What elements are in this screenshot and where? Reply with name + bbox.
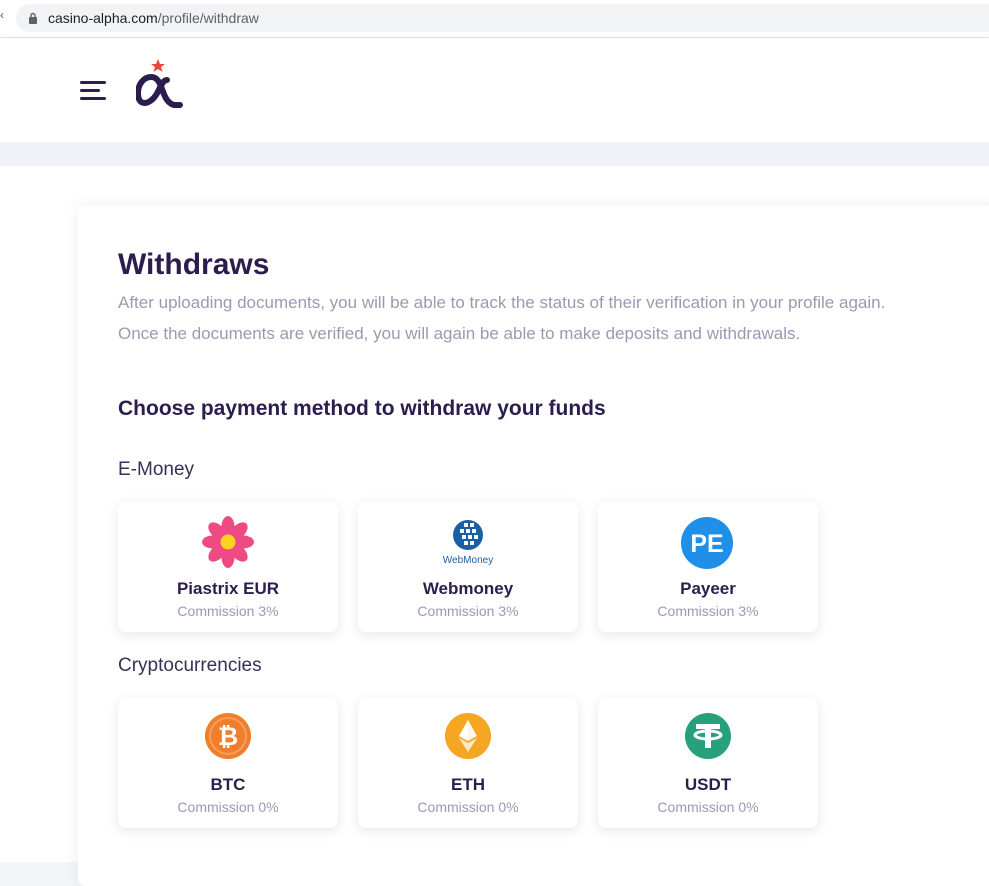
piastrix-icon [202,516,254,568]
tether-icon [685,713,731,759]
url-domain: casino-alpha.com [48,10,158,26]
back-arrow-icon[interactable]: ‹ [0,8,4,22]
method-commission: Commission 0% [417,799,519,815]
url-path: /profile/withdraw [157,10,259,26]
browser-address-bar: ‹ casino-alpha.com/profile/withdraw [0,0,989,38]
method-card-webmoney[interactable]: WebMoney Webmoney Commission 3% [358,502,578,632]
url-field[interactable]: casino-alpha.com/profile/withdraw [16,4,989,32]
method-card-payeer[interactable]: PE Payeer Commission 3% [598,502,818,632]
method-name: Piastrix EUR [176,579,280,598]
category-label-e-money: E-Money [118,459,195,480]
method-name: ETH [451,775,485,794]
method-commission: Commission 0% [177,799,279,815]
payeer-icon: PE [681,517,733,569]
method-commission: Commission 3% [657,603,759,619]
method-card-usdt[interactable]: USDT Commission 0% [598,698,818,828]
method-card-piastrix-eur[interactable]: Piastrix EUR Commission 3% [118,502,338,632]
url-text: casino-alpha.com/profile/withdraw [48,10,259,26]
method-name: Payeer [680,579,736,598]
method-name: USDT [684,775,732,794]
method-card-btc[interactable]: ₿ BTC Commission 0% [118,698,338,828]
alpha-logo-icon[interactable] [136,58,184,110]
page-title: Withdraws [118,248,270,281]
svg-text:₿: ₿ [218,723,238,751]
method-name: Webmoney [422,579,514,598]
bitcoin-icon: ₿ [205,713,251,759]
site-header [0,38,989,142]
category-label-cryptocurrencies: Cryptocurrencies [118,655,262,676]
header-divider-strip [0,142,989,166]
method-commission: Commission 0% [657,799,759,815]
hamburger-menu-icon[interactable] [80,81,106,101]
section-title: Choose payment method to withdraw your f… [118,397,606,420]
webmoney-icon-text: WebMoney [443,555,493,566]
verification-notice: After uploading documents, you will be a… [118,293,886,343]
webmoney-icon: WebMoney [443,520,493,566]
ethereum-icon [445,713,491,759]
method-commission: Commission 3% [177,603,279,619]
method-name: BTC [210,775,246,794]
method-commission: Commission 3% [417,603,519,619]
lock-icon [29,12,37,24]
payeer-icon-text: PE [690,530,723,558]
method-card-eth[interactable]: ETH Commission 0% [358,698,578,828]
